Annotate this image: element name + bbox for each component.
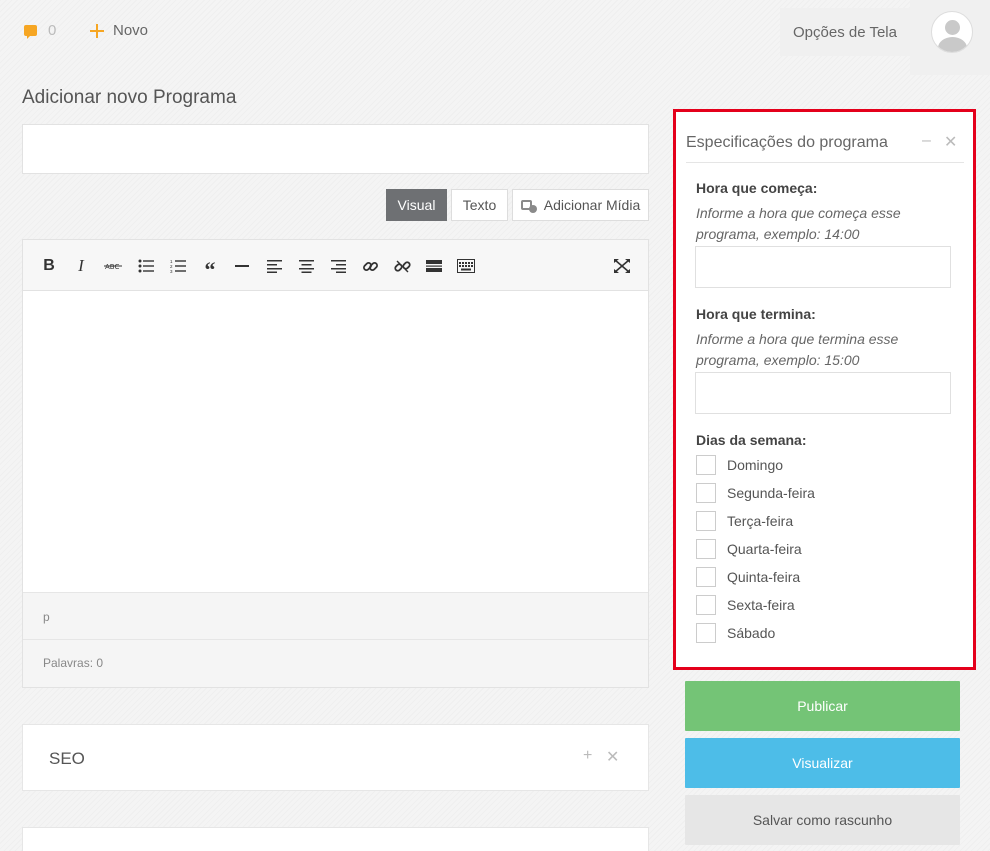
checkbox[interactable] <box>696 483 716 503</box>
align-right-icon[interactable] <box>328 256 348 276</box>
svg-text:3: 3 <box>170 269 173 273</box>
checkbox[interactable] <box>696 455 716 475</box>
seo-title: SEO <box>49 749 85 768</box>
spec-title: Especificações do programa <box>686 134 888 151</box>
align-left-icon[interactable] <box>264 256 284 276</box>
editor-path: p <box>23 592 648 639</box>
title-input[interactable] <box>22 124 649 174</box>
day-label: Sábado <box>727 625 776 641</box>
expand-icon[interactable]: + <box>583 747 592 765</box>
day-label: Terça-feira <box>727 513 794 529</box>
day-option-sabado[interactable]: Sábado <box>696 623 775 643</box>
italic-icon[interactable]: I <box>71 256 91 276</box>
close-icon[interactable]: ✕ <box>606 747 619 767</box>
day-option-terca[interactable]: Terça-feira <box>696 511 793 531</box>
day-option-quarta[interactable]: Quarta-feira <box>696 539 802 559</box>
add-media-label: Adicionar Mídia <box>543 197 641 213</box>
unlink-icon[interactable] <box>392 256 412 276</box>
minimize-icon[interactable]: – <box>922 132 931 150</box>
comment-count[interactable]: 0 <box>48 22 56 39</box>
tab-visual[interactable]: Visual <box>386 189 447 221</box>
spec-header: Especificações do programa – ✕ <box>686 132 964 163</box>
plus-icon[interactable] <box>90 24 104 38</box>
start-time-input[interactable] <box>695 246 951 288</box>
day-label: Quarta-feira <box>727 541 802 557</box>
word-count: Palavras: 0 <box>23 639 648 687</box>
checkbox[interactable] <box>696 511 716 531</box>
checkbox[interactable] <box>696 567 716 587</box>
comment-icon[interactable] <box>24 25 37 39</box>
align-center-icon[interactable] <box>296 256 316 276</box>
link-icon[interactable] <box>360 256 380 276</box>
end-time-label: Hora que termina: <box>696 306 816 322</box>
bullet-list-icon[interactable] <box>136 256 156 276</box>
content-editor: B I ABC 123 “ p Palavras: 0 <box>22 239 649 688</box>
day-option-sexta[interactable]: Sexta-feira <box>696 595 795 615</box>
svg-text:ABC: ABC <box>105 263 119 271</box>
toolbar-toggle-icon[interactable] <box>456 256 476 276</box>
editor-content-area[interactable] <box>23 291 648 592</box>
day-label: Sexta-feira <box>727 597 795 613</box>
blockquote-icon[interactable]: “ <box>200 256 220 282</box>
horizontal-line-icon[interactable] <box>232 256 252 276</box>
publish-button[interactable]: Publicar <box>685 681 960 731</box>
day-label: Segunda-feira <box>727 485 815 501</box>
start-time-help: Informe a hora que começa esse programa,… <box>696 205 901 242</box>
checkbox[interactable] <box>696 539 716 559</box>
tab-text[interactable]: Texto <box>451 189 508 221</box>
strikethrough-icon[interactable]: ABC <box>103 256 123 276</box>
page-title: Adicionar novo Programa <box>22 87 237 108</box>
day-label: Domingo <box>727 457 784 473</box>
bold-icon[interactable]: B <box>39 256 59 276</box>
spec-panel: Especificações do programa – ✕ Hora que … <box>673 109 976 670</box>
weekdays-label: Dias da semana: <box>696 432 807 448</box>
media-icon <box>520 198 538 213</box>
day-option-segunda[interactable]: Segunda-feira <box>696 483 815 503</box>
next-box <box>22 827 649 851</box>
add-media-button[interactable]: Adicionar Mídia <box>512 189 649 221</box>
preview-button[interactable]: Visualizar <box>685 738 960 788</box>
save-draft-button[interactable]: Salvar como rascunho <box>685 795 960 845</box>
end-time-input[interactable] <box>695 372 951 414</box>
day-option-quinta[interactable]: Quinta-feira <box>696 567 800 587</box>
editor-toolbar: B I ABC 123 “ <box>23 240 648 291</box>
avatar[interactable] <box>931 11 973 53</box>
day-label: Quinta-feira <box>727 569 801 585</box>
close-icon[interactable]: ✕ <box>944 132 957 152</box>
user-icon <box>945 20 960 35</box>
fullscreen-icon[interactable] <box>612 256 632 276</box>
read-more-icon[interactable] <box>424 256 444 276</box>
numbered-list-icon[interactable]: 123 <box>168 256 188 276</box>
day-option-domingo[interactable]: Domingo <box>696 455 783 475</box>
start-time-label: Hora que começa: <box>696 180 818 196</box>
checkbox[interactable] <box>696 623 716 643</box>
screen-options-button[interactable]: Opções de Tela <box>780 8 910 56</box>
new-link[interactable]: Novo <box>113 22 148 39</box>
seo-box: SEO + ✕ <box>22 724 649 791</box>
end-time-help: Informe a hora que termina esse programa… <box>696 331 899 368</box>
checkbox[interactable] <box>696 595 716 615</box>
